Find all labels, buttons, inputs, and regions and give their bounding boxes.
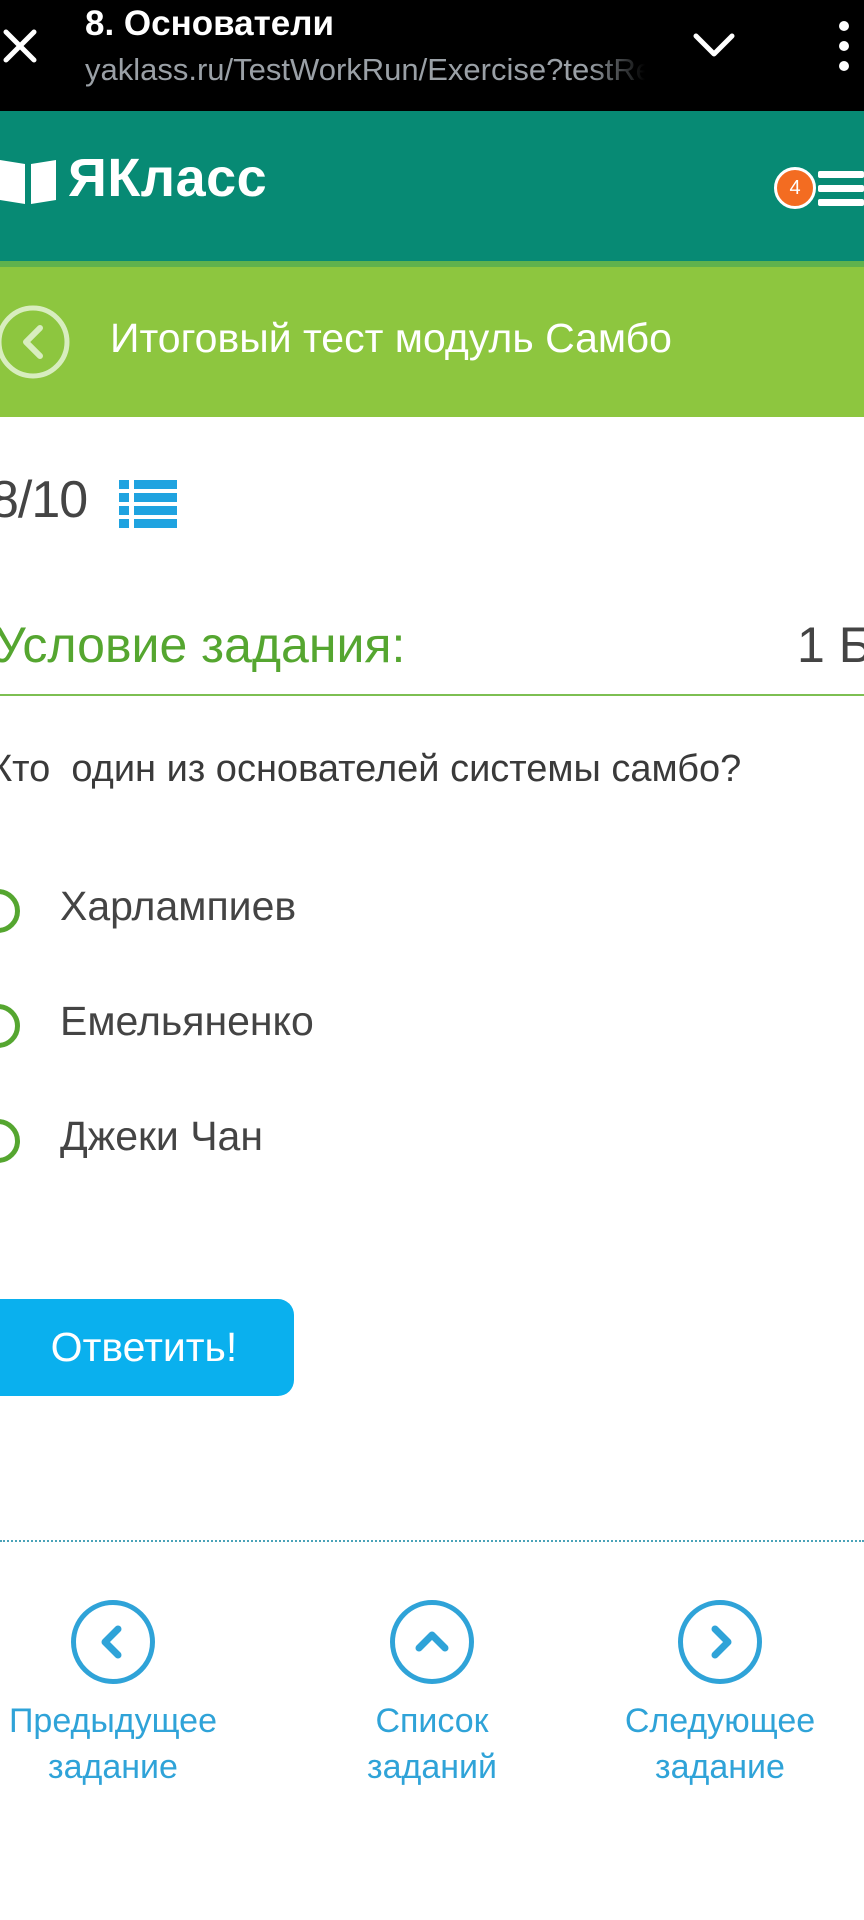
book-logo-icon	[0, 160, 56, 204]
next-task-button[interactable]: Следующее задание	[590, 1600, 850, 1790]
browser-page-title: 8. Основатели	[85, 4, 334, 43]
dotted-divider	[0, 1540, 864, 1542]
task-list-icon[interactable]	[119, 478, 177, 530]
answer-option[interactable]: Джеки Чан	[0, 1113, 500, 1173]
progress-current: 8	[0, 471, 19, 529]
task-points: 1 Б.	[797, 617, 864, 673]
more-vert-icon[interactable]	[832, 20, 856, 72]
site-logo[interactable]: ЯКласс	[68, 147, 267, 209]
nav-label-line: задание	[48, 1748, 178, 1786]
browser-url[interactable]: yaklass.ru/TestWorkRun/Exercise?testRe	[85, 52, 645, 88]
question-text: Кто один из основателей системы самбо?	[0, 748, 742, 790]
browser-bar: 8. Основатели yaklass.ru/TestWorkRun/Exe…	[0, 0, 864, 111]
answer-option-label: Джеки Чан	[60, 1113, 263, 1159]
nav-label-line: заданий	[366, 1748, 497, 1786]
previous-task-label: Предыдущее задание	[0, 1698, 243, 1790]
task-list-button[interactable]: Список заданий	[302, 1600, 562, 1790]
test-title: Итоговый тест модуль Самбо	[110, 315, 672, 361]
chevron-up-icon	[390, 1600, 474, 1684]
answer-option-label: Харлампиев	[60, 883, 297, 929]
chevron-left-icon	[71, 1600, 155, 1684]
nav-label-line: Следующее	[624, 1702, 816, 1740]
nav-label-line: задание	[655, 1748, 785, 1786]
notification-badge: 4	[774, 167, 816, 209]
radio-button[interactable]	[0, 1119, 20, 1163]
condition-divider	[0, 694, 864, 696]
condition-title: Условие задания:	[0, 617, 406, 673]
close-icon[interactable]	[0, 22, 40, 70]
site-header: ЯКласс 4	[0, 111, 864, 261]
radio-button[interactable]	[0, 889, 20, 933]
task-progress: 8/10	[0, 470, 88, 530]
task-list-label: Список заданий	[302, 1698, 562, 1790]
answer-option[interactable]: Харлампиев	[0, 883, 500, 943]
back-arrow-icon[interactable]	[0, 301, 72, 383]
answer-button[interactable]: Ответить!	[0, 1299, 294, 1396]
progress-total: /10	[17, 471, 88, 529]
answer-option-label: Емельяненко	[60, 998, 314, 1044]
test-title-bar: Итоговый тест модуль Самбо	[0, 267, 864, 417]
nav-label-line: Предыдущее	[8, 1702, 218, 1740]
radio-button[interactable]	[0, 1004, 20, 1048]
answer-option[interactable]: Емельяненко	[0, 998, 500, 1058]
previous-task-button[interactable]: Предыдущее задание	[0, 1600, 243, 1790]
next-task-label: Следующее задание	[590, 1698, 850, 1790]
menu-button[interactable]: 4	[774, 163, 864, 213]
chevron-down-icon[interactable]	[692, 28, 736, 64]
chevron-right-icon	[678, 1600, 762, 1684]
nav-label-line: Список	[375, 1702, 489, 1740]
